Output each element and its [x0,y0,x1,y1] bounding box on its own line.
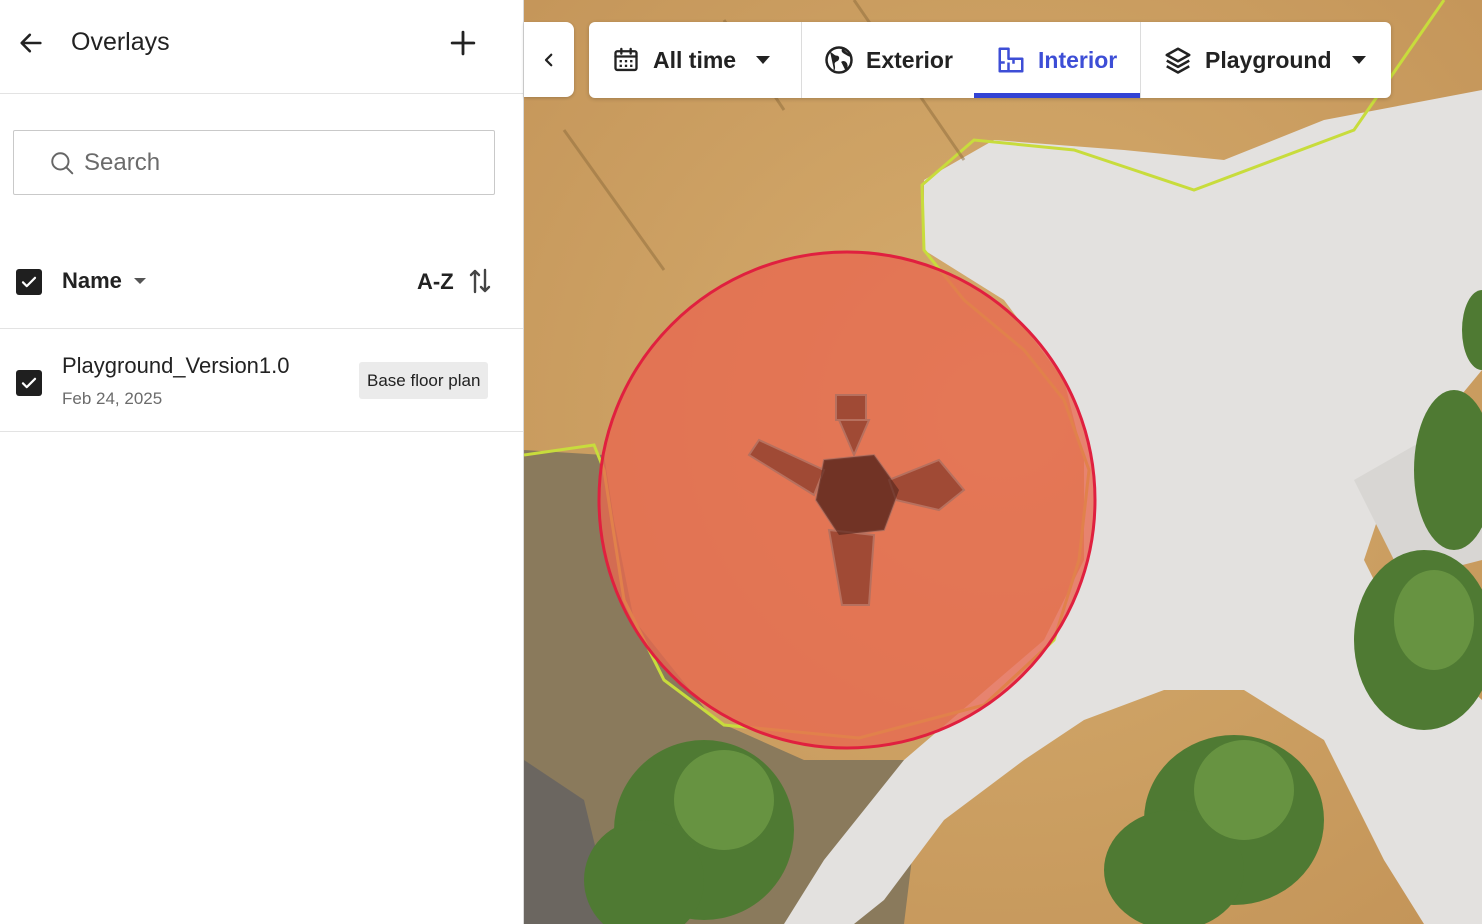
dropdown-caret-icon [1351,56,1366,64]
map-toolbar: All time Exterior Interior Playground [589,22,1391,98]
search-field[interactable] [13,130,495,195]
overlays-sidebar: Overlays Name A-Z Playground_Version1.0 … [0,0,524,924]
back-button[interactable] [14,26,48,60]
time-filter-label: All time [653,46,737,73]
layer-select-label: Playground [1205,46,1332,73]
add-overlay-button[interactable] [446,26,480,60]
sort-order-label: A-Z [417,269,454,294]
caret-down-icon [133,278,146,284]
checkmark-icon [21,276,37,288]
tab-interior-label: Interior [1038,46,1118,73]
sidebar-title: Overlays [71,28,170,56]
item-date: Feb 24, 2025 [62,389,163,408]
calendar-icon [611,45,641,75]
sidebar-header: Overlays [0,0,523,94]
select-all-checkbox[interactable] [16,269,42,295]
search-icon [48,149,76,177]
item-checkbox[interactable] [16,370,42,396]
sort-toggle-button[interactable] [466,266,494,296]
name-column-sort[interactable]: Name [62,268,146,294]
map-view[interactable] [524,0,1482,924]
sort-arrows-icon [469,268,491,294]
list-header: Name A-Z [0,240,523,329]
plus-icon [450,30,476,56]
dropdown-caret-icon [756,56,771,64]
tab-exterior-label: Exterior [866,46,953,73]
tab-interior[interactable]: Interior [974,22,1140,98]
item-type-badge: Base floor plan [359,362,489,399]
globe-icon [824,45,854,75]
list-item[interactable]: Playground_Version1.0 Feb 24, 2025 Base … [0,329,523,432]
name-column-label: Name [62,268,122,293]
layer-select-dropdown[interactable]: Playground [1141,22,1391,98]
tab-exterior[interactable]: Exterior [802,22,974,98]
time-filter-dropdown[interactable]: All time [589,22,801,98]
aerial-imagery [524,0,1482,924]
layers-icon [1163,45,1193,75]
chevron-left-icon [544,53,553,66]
collapse-sidebar-button[interactable] [524,22,574,97]
checkmark-icon [21,377,37,389]
floor-plan-icon [996,45,1026,75]
search-input[interactable] [84,148,464,177]
arrow-left-icon [20,33,42,53]
item-name: Playground_Version1.0 [62,353,290,378]
